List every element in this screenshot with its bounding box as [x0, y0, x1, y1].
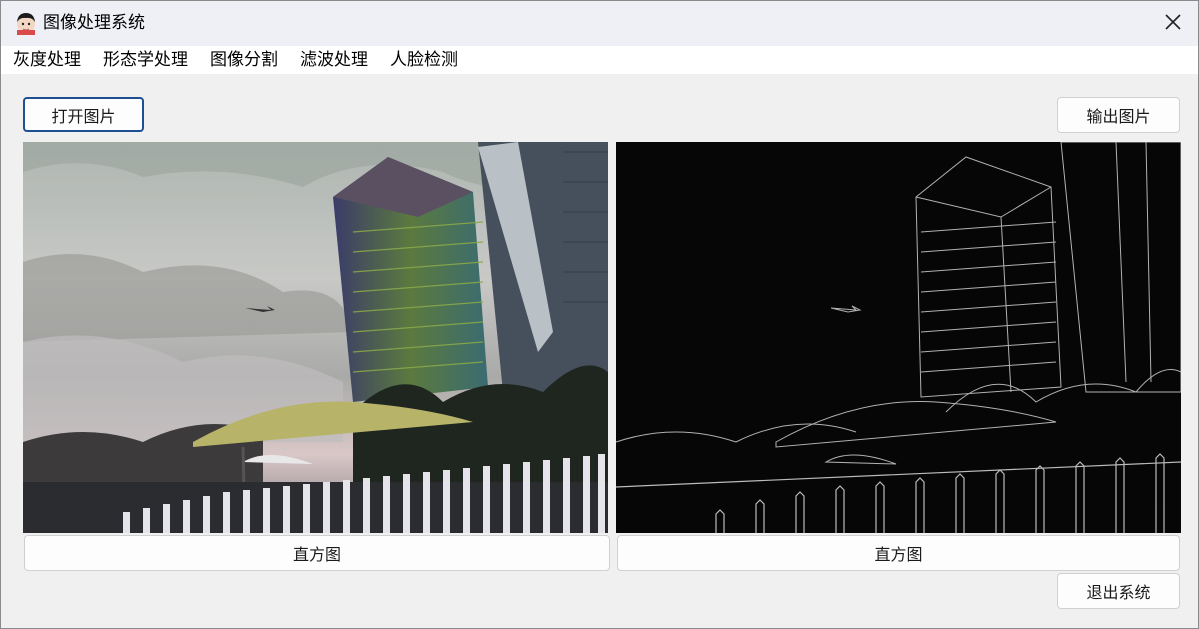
- menu-bar: 灰度处理 形态学处理 图像分割 滤波处理 人脸检测: [1, 46, 1198, 74]
- main-window: 图像处理系统 灰度处理 形态学处理 图像分割 滤波处理 人脸检测 打开图片 输出…: [0, 0, 1199, 629]
- menu-segmentation[interactable]: 图像分割: [199, 46, 289, 74]
- close-button[interactable]: [1148, 1, 1198, 46]
- right-histogram-button[interactable]: 直方图: [617, 535, 1180, 571]
- left-histogram-button[interactable]: 直方图: [24, 535, 610, 571]
- menu-face-detection[interactable]: 人脸检测: [379, 46, 469, 74]
- export-image-button[interactable]: 输出图片: [1057, 97, 1180, 133]
- edge-detected-photo: [616, 142, 1181, 533]
- exit-system-button[interactable]: 退出系统: [1057, 573, 1180, 609]
- menu-morphology[interactable]: 形态学处理: [92, 46, 199, 74]
- menu-grayscale[interactable]: 灰度处理: [1, 46, 92, 74]
- original-image-display: [23, 142, 608, 533]
- menu-filtering[interactable]: 滤波处理: [289, 46, 379, 74]
- window-title: 图像处理系统: [43, 13, 145, 33]
- close-icon: [1165, 13, 1181, 34]
- title-bar[interactable]: 图像处理系统: [1, 1, 1198, 46]
- original-photo: [23, 142, 608, 533]
- open-image-button[interactable]: 打开图片: [23, 97, 144, 132]
- avatar-icon: [14, 11, 38, 35]
- processed-image-display: [616, 142, 1181, 533]
